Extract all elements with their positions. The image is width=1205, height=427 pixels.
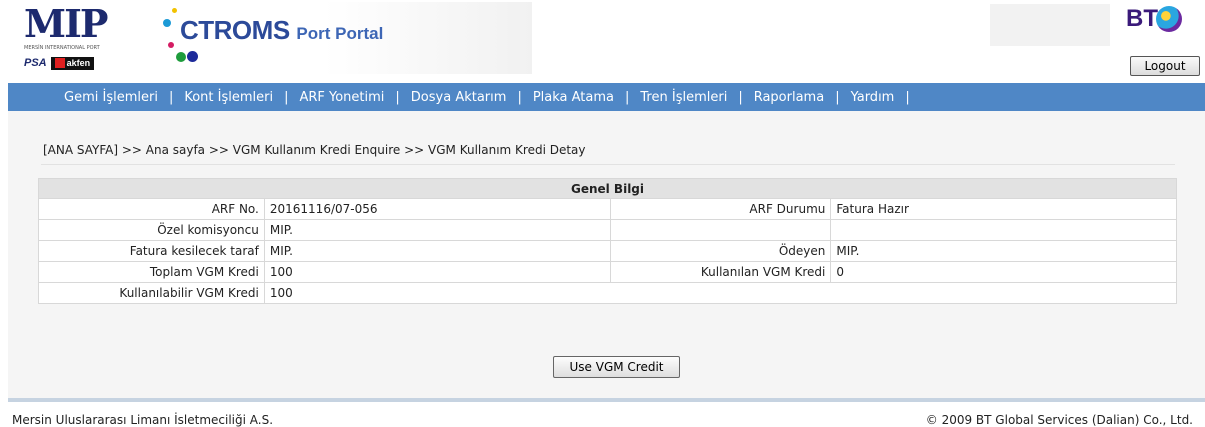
toplam-vgm-kredi-value: 100: [263, 261, 611, 283]
psa-logo: PSA: [24, 57, 47, 69]
table-row: Fatura kesilecek taraf MIP. Ödeyen MIP.: [38, 240, 1177, 262]
empty-cell: [609, 219, 832, 241]
banner-dot-icon: [187, 51, 198, 62]
table-row: ARF No. 20161116/07-056 ARF Durumu Fatur…: [38, 198, 1177, 220]
nav-item-raporlama[interactable]: Raporlama: [754, 90, 824, 105]
kullanilabilir-vgm-kredi-label: Kullanılabilir VGM Kredi: [38, 282, 265, 304]
nav-item-arf-yonetimi[interactable]: ARF Yonetimi: [299, 90, 384, 105]
fatura-label: Fatura kesilecek taraf: [38, 240, 265, 262]
mip-logo-subtitle: MERSİN INTERNATIONAL PORT: [24, 45, 100, 51]
ctroms-banner: CTROMS Port Portal: [152, 2, 532, 74]
arf-durumu-value: Fatura Hazır: [830, 198, 1177, 220]
arf-no-value: 20161116/07-056: [263, 198, 611, 220]
portal-suffix: Port Portal: [296, 24, 384, 43]
nav-separator: |: [517, 89, 522, 105]
fatura-value: MIP.: [263, 240, 611, 262]
table-row: Özel komisyoncu MIP.: [38, 219, 1177, 241]
portal-title: CTROMS Port Portal: [180, 15, 383, 46]
use-vgm-credit-button[interactable]: Use VGM Credit: [553, 356, 680, 378]
kullanilan-vgm-kredi-label: Kullanılan VGM Kredi: [609, 261, 832, 283]
main-nav: Gemi İşlemleri | Kont İşlemleri | ARF Yo…: [8, 83, 1205, 111]
odeyen-value: MIP.: [830, 240, 1177, 262]
nav-separator: |: [395, 89, 400, 105]
ozel-komisyoncu-value: MIP.: [263, 219, 611, 241]
nav-separator: |: [168, 89, 174, 105]
nav-item-yardim[interactable]: Yardım: [851, 90, 895, 105]
banner-dot-icon: [163, 19, 171, 27]
page-header: MIP MERSİN INTERNATIONAL PORT PSA akfen …: [0, 0, 1205, 82]
nav-item-plaka-atama[interactable]: Plaka Atama: [533, 90, 614, 105]
footer-copyright: © 2009 BT Global Services (Dalian) Co., …: [925, 413, 1193, 427]
arf-no-label: ARF No.: [38, 198, 265, 220]
breadcrumb-divider: [41, 164, 1175, 165]
bt-globe-icon: [1156, 6, 1182, 32]
breadcrumb: [ANA SAYFA] >> Ana sayfa >> VGM Kullanım…: [43, 143, 586, 157]
banner-dot-icon: [172, 8, 177, 13]
footer-divider: [8, 398, 1205, 402]
odeyen-label: Ödeyen: [609, 240, 832, 262]
portal-name: CTROMS: [180, 15, 290, 45]
mip-logo: MIP MERSİN INTERNATIONAL PORT PSA akfen: [24, 4, 144, 78]
footer-company: Mersin Uluslararası Limanı İsletmeciliği…: [12, 413, 274, 427]
akfen-logo-text: akfen: [66, 57, 91, 68]
ozel-komisyoncu-label: Özel komisyoncu: [38, 219, 265, 241]
banner-dot-icon: [176, 52, 186, 62]
nav-separator: |: [835, 89, 840, 105]
table-row: Kullanılabilir VGM Kredi 100: [38, 282, 1178, 304]
general-info-table: Genel Bilgi ARF No. 20161116/07-056 ARF …: [38, 178, 1178, 304]
partner-logos: PSA akfen: [24, 56, 95, 70]
content-panel: [ANA SAYFA] >> Ana sayfa >> VGM Kullanım…: [8, 111, 1205, 398]
arf-durumu-label: ARF Durumu: [609, 198, 832, 220]
nav-separator: |: [905, 89, 910, 105]
bt-banner-fade: [990, 4, 1110, 46]
nav-separator: |: [625, 89, 630, 105]
logout-button[interactable]: Logout: [1130, 56, 1200, 76]
mip-logo-text: MIP: [24, 1, 108, 46]
nav-separator: |: [738, 89, 743, 105]
akfen-mark-icon: [54, 58, 65, 69]
bt-logo-text: BT: [1126, 5, 1158, 32]
kullanilabilir-vgm-kredi-value: 100: [263, 282, 1178, 304]
table-title: Genel Bilgi: [38, 178, 1177, 199]
banner-dot-icon: [168, 42, 174, 48]
nav-separator: |: [284, 89, 289, 105]
nav-item-gemi-islemleri[interactable]: Gemi İşlemleri: [64, 90, 158, 105]
nav-item-dosya-aktarim[interactable]: Dosya Aktarım: [411, 90, 507, 105]
toplam-vgm-kredi-label: Toplam VGM Kredi: [38, 261, 265, 283]
table-row: Toplam VGM Kredi 100 Kullanılan VGM Kred…: [38, 261, 1177, 283]
table-header-row: Genel Bilgi: [38, 178, 1177, 199]
empty-cell: [830, 219, 1177, 241]
kullanilan-vgm-kredi-value: 0: [830, 261, 1177, 283]
akfen-logo: akfen: [50, 56, 95, 70]
bt-logo: BT: [990, 2, 1190, 52]
nav-item-tren-islemleri[interactable]: Tren İşlemleri: [640, 90, 727, 105]
nav-item-kont-islemleri[interactable]: Kont İşlemleri: [184, 90, 273, 105]
